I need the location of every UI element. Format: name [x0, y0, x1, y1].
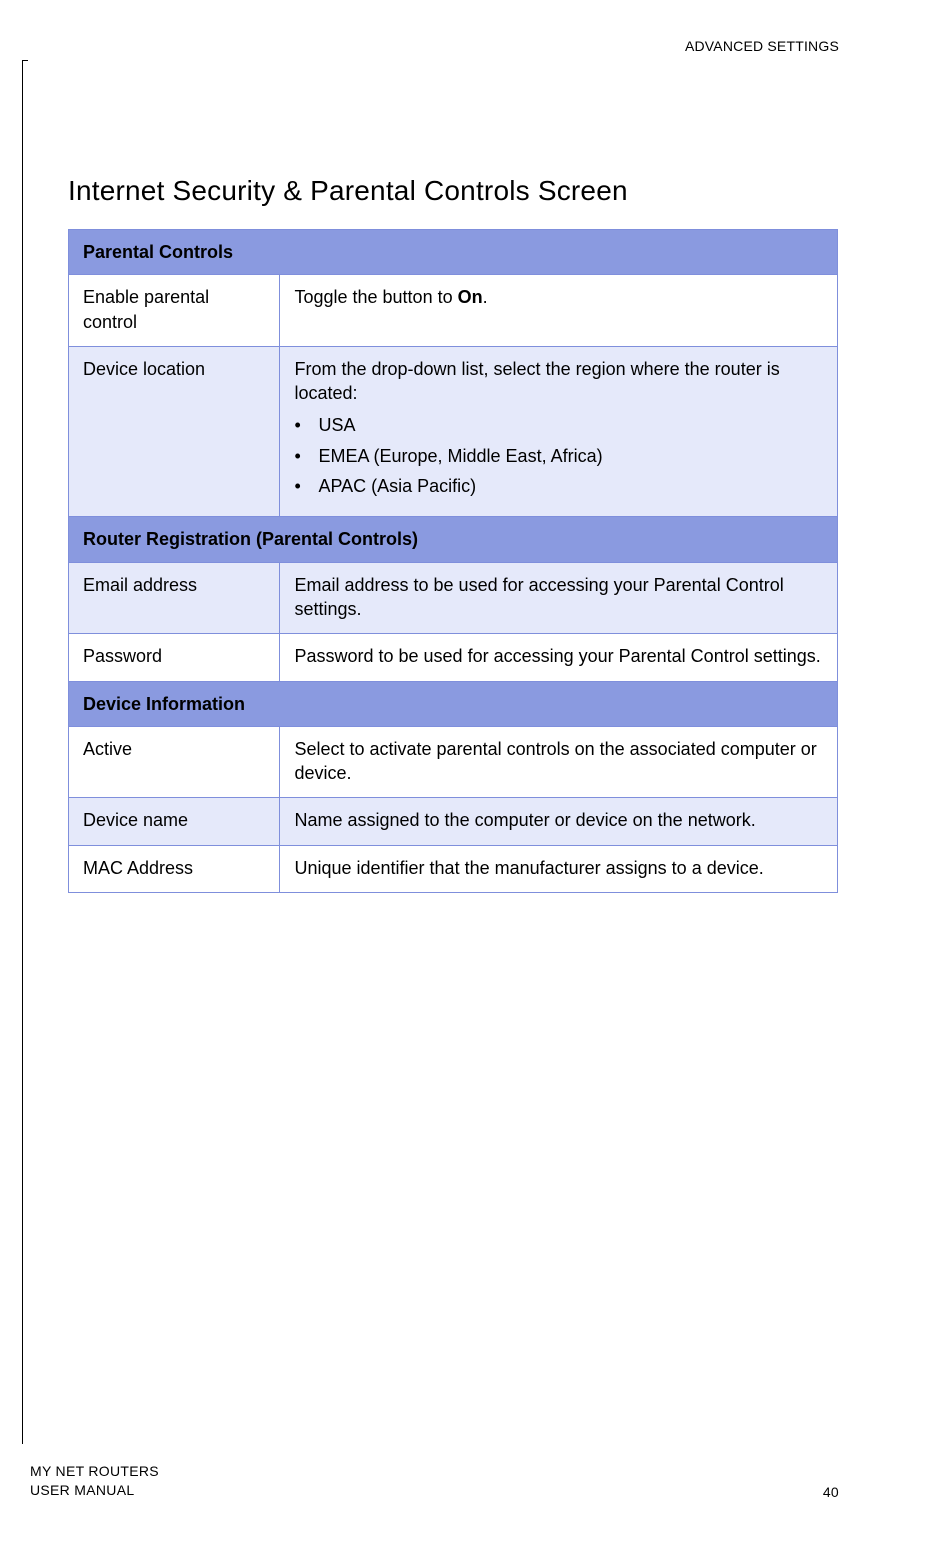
setting-label: MAC Address [69, 845, 280, 892]
list-item: USA [294, 413, 823, 437]
setting-label: Email address [69, 562, 280, 634]
footer-line2: USER MANUAL [30, 1481, 159, 1500]
section-header-label: Device Information [69, 681, 838, 726]
section-header-parental-controls: Parental Controls [69, 230, 838, 275]
crop-frame [22, 60, 28, 1444]
footer-line1: MY NET ROUTERS [30, 1462, 159, 1481]
region-list: USA EMEA (Europe, Middle East, Africa) A… [294, 413, 823, 498]
setting-description: Toggle the button to On. [280, 275, 838, 347]
table-row: MAC Address Unique identifier that the m… [69, 845, 838, 892]
setting-label: Device name [69, 798, 280, 845]
table-row: Email address Email address to be used f… [69, 562, 838, 634]
page-footer: MY NET ROUTERS USER MANUAL 40 [30, 1462, 839, 1500]
section-header-router-registration: Router Registration (Parental Controls) [69, 517, 838, 562]
section-header-device-information: Device Information [69, 681, 838, 726]
table-row: Device location From the drop-down list,… [69, 346, 838, 516]
page-title: Internet Security & Parental Controls Sc… [68, 175, 838, 207]
setting-label: Enable parental control [69, 275, 280, 347]
setting-description: From the drop-down list, select the regi… [280, 346, 838, 516]
section-header-label: Parental Controls [69, 230, 838, 275]
desc-text: Toggle the button to [294, 287, 457, 307]
setting-description: Name assigned to the computer or device … [280, 798, 838, 845]
setting-label: Device location [69, 346, 280, 516]
table-row: Device name Name assigned to the compute… [69, 798, 838, 845]
chapter-label: ADVANCED SETTINGS [685, 38, 839, 54]
setting-description: Password to be used for accessing your P… [280, 634, 838, 681]
settings-table: Parental Controls Enable parental contro… [68, 229, 838, 893]
setting-description: Select to activate parental controls on … [280, 726, 838, 798]
footer-doc-title: MY NET ROUTERS USER MANUAL [30, 1462, 159, 1500]
setting-label: Active [69, 726, 280, 798]
desc-text: . [483, 287, 488, 307]
list-item: EMEA (Europe, Middle East, Africa) [294, 444, 823, 468]
setting-label: Password [69, 634, 280, 681]
table-row: Enable parental control Toggle the butto… [69, 275, 838, 347]
setting-description: Email address to be used for accessing y… [280, 562, 838, 634]
desc-intro: From the drop-down list, select the regi… [294, 357, 823, 406]
page-number: 40 [823, 1484, 839, 1500]
list-item: APAC (Asia Pacific) [294, 474, 823, 498]
section-header-label: Router Registration (Parental Controls) [69, 517, 838, 562]
setting-description: Unique identifier that the manufacturer … [280, 845, 838, 892]
desc-bold: On [458, 287, 483, 307]
table-row: Password Password to be used for accessi… [69, 634, 838, 681]
table-row: Active Select to activate parental contr… [69, 726, 838, 798]
content-area: Internet Security & Parental Controls Sc… [68, 175, 838, 893]
